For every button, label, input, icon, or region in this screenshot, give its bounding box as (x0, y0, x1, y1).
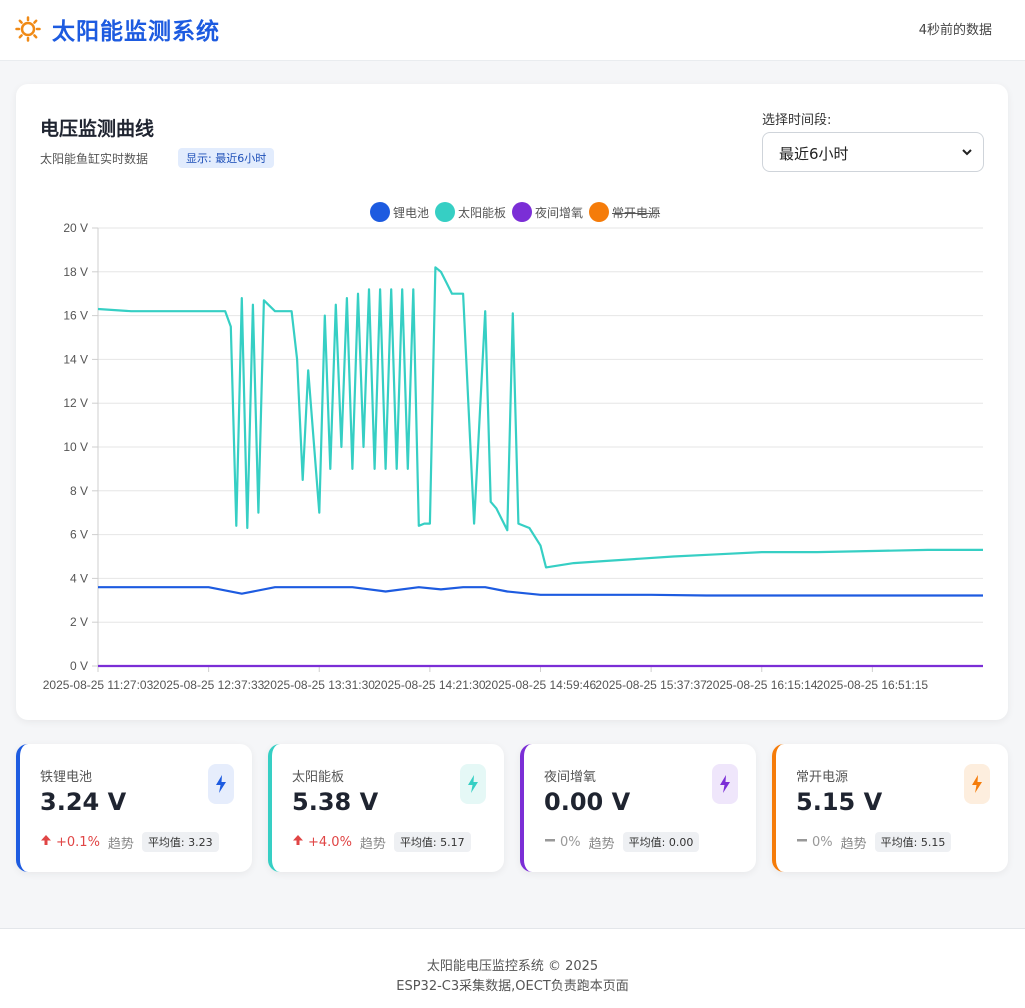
y-tick-label: 12 V (63, 396, 88, 410)
trend-change: +4.0% (308, 834, 352, 850)
stat-name: 太阳能板 (292, 770, 345, 785)
dash-icon (796, 834, 808, 850)
stat-value: 5.38 V (292, 788, 379, 816)
sun-icon (15, 16, 41, 42)
footer-copyright: 太阳能电压监控系统 © 2025 (426, 959, 599, 974)
y-tick-label: 14 V (63, 352, 88, 366)
trend-change: 0% (812, 834, 833, 850)
trend-label: 趋势 (107, 836, 134, 852)
arrow-up-icon (292, 834, 304, 850)
x-tick-label: 2025-08-25 13:31:30 (264, 678, 376, 692)
average-badge: 平均值: 5.17 (393, 832, 471, 852)
app-header: 太阳能监测系统 4秒前的数据 (0, 0, 1025, 61)
average-badge: 平均值: 3.23 (141, 832, 219, 852)
series-line (98, 586, 983, 597)
stat-value: 5.15 V (796, 788, 883, 816)
trend-label: 趋势 (588, 836, 615, 852)
lightning-icon (712, 764, 738, 804)
x-tick-label: 2025-08-25 16:15:14 (706, 678, 818, 692)
y-tick-label: 20 V (63, 221, 88, 235)
x-tick-label: 2025-08-25 12:37:33 (153, 678, 265, 692)
y-tick-label: 18 V (63, 265, 88, 279)
average-badge: 平均值: 0.00 (622, 832, 700, 852)
y-tick-label: 0 V (70, 659, 88, 673)
y-tick-label: 6 V (70, 528, 88, 542)
arrow-up-icon (40, 834, 52, 850)
stat-trend-row: +4.0% 趋势 平均值: 5.17 (292, 832, 471, 852)
lightning-icon (964, 764, 990, 804)
stat-name: 铁锂电池 (40, 770, 93, 785)
page-footer: 太阳能电压监控系统 © 2025 ESP32-C3采集数据,OECT负责跑本页面 (0, 928, 1025, 1008)
x-tick-label: 2025-08-25 11:27:03 (43, 678, 154, 692)
lightning-icon (460, 764, 486, 804)
stat-card: 铁锂电池 3.24 V +0.1% 趋势 平均值: 3.23 (16, 744, 252, 872)
trend-label: 趋势 (840, 836, 867, 852)
x-tick-label: 2025-08-25 14:21:30 (374, 678, 486, 692)
stat-trend-row: +0.1% 趋势 平均值: 3.23 (40, 832, 219, 852)
app-title: 太阳能监测系统 (52, 19, 220, 45)
footer-note: ESP32-C3采集数据,OECT负责跑本页面 (396, 979, 629, 994)
stat-card: 夜间增氧 0.00 V 0% 趋势 平均值: 0.00 (520, 744, 756, 872)
voltage-line-chart: 0 V 2 V 4 V 6 V 8 V 10 V 12 V 14 V 16 V 18 V 20 V 2… (43, 221, 983, 692)
lightning-icon (208, 764, 234, 804)
y-tick-label: 8 V (70, 484, 88, 498)
stat-value: 3.24 V (40, 788, 127, 816)
x-tick-label: 2025-08-25 15:37:37 (595, 678, 707, 692)
series-line (97, 266, 983, 569)
stat-trend-row: 0% 趋势 平均值: 5.15 (796, 832, 952, 852)
y-tick-label: 4 V (70, 571, 88, 585)
data-age-label: 4秒前的数据 (918, 23, 992, 38)
stat-name: 常开电源 (796, 770, 849, 785)
stat-card: 常开电源 5.15 V 0% 趋势 平均值: 5.15 (772, 744, 1008, 872)
average-badge: 平均值: 5.15 (874, 832, 952, 852)
trend-change: 0% (560, 834, 581, 850)
y-tick-label: 2 V (70, 615, 88, 629)
trend-change: +0.1% (56, 834, 100, 850)
voltage-chart-card: 电压监测曲线 太阳能鱼缸实时数据 显示: 最近6小时 选择时间段: 最近6小时 … (16, 84, 1008, 720)
y-tick-label: 10 V (63, 440, 88, 454)
stat-trend-row: 0% 趋势 平均值: 0.00 (544, 832, 700, 852)
dash-icon (544, 834, 556, 850)
trend-label: 趋势 (359, 836, 386, 852)
x-tick-label: 2025-08-25 14:59:46 (485, 678, 597, 692)
stat-value: 0.00 V (544, 788, 631, 816)
x-tick-label: 2025-08-25 16:51:15 (817, 678, 929, 692)
stat-card: 太阳能板 5.38 V +4.0% 趋势 平均值: 5.17 (268, 744, 504, 872)
y-tick-label: 16 V (63, 309, 88, 323)
stat-name: 夜间增氧 (544, 770, 597, 785)
